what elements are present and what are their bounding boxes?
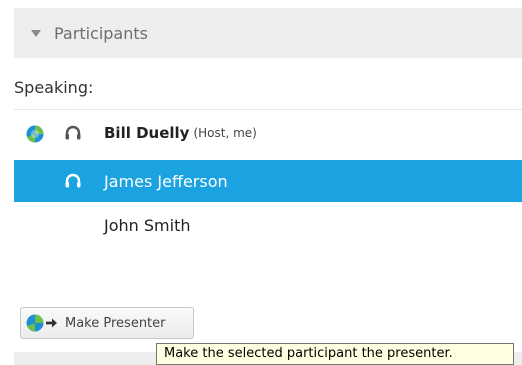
presenter-ball-icon (26, 125, 44, 143)
panel-title: Participants (54, 23, 148, 43)
participant-name: John Smith (104, 215, 191, 235)
collapse-triangle-icon[interactable] (31, 29, 41, 37)
audio-cell (58, 160, 104, 202)
participant-row-john-smith[interactable]: John Smith (14, 204, 522, 246)
headset-icon (65, 125, 81, 140)
participant-row-bill-duelly[interactable]: Bill Duelly (Host, me) (14, 112, 522, 154)
audio-cell (58, 112, 104, 154)
presenter-cell (14, 204, 58, 246)
participant-name: James Jefferson (104, 171, 228, 191)
participant-row-james-jefferson[interactable]: James Jefferson (14, 160, 522, 202)
make-presenter-button[interactable]: Make Presenter (20, 307, 194, 339)
headset-icon (65, 173, 81, 188)
audio-cell (58, 204, 104, 246)
tooltip: Make the selected participant the presen… (156, 343, 514, 365)
speaking-label: Speaking: (14, 78, 94, 97)
participant-role-tag: (Host, me) (193, 126, 257, 140)
presenter-arrow-icon (26, 314, 57, 332)
presenter-cell (14, 112, 58, 154)
presenter-cell (14, 160, 58, 202)
divider (14, 109, 522, 110)
participant-name: Bill Duelly (104, 124, 190, 142)
participants-header[interactable]: Participants (14, 8, 522, 58)
make-presenter-label: Make Presenter (65, 315, 166, 331)
